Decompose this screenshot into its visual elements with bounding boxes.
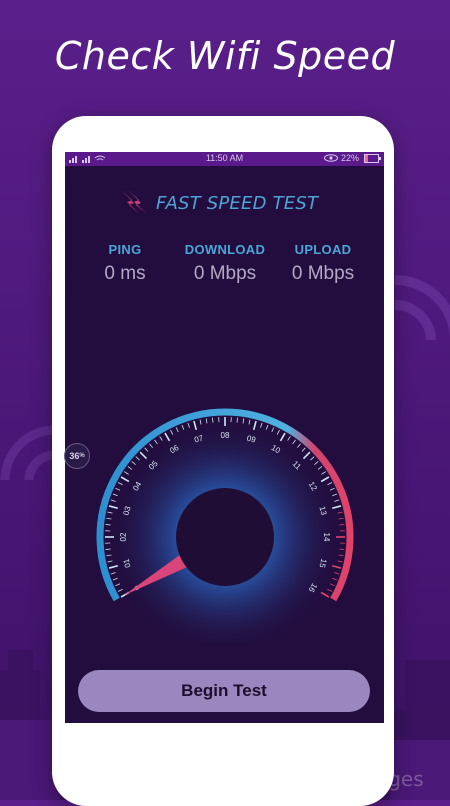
metric-value: 0 Mbps	[268, 263, 378, 285]
gauge-minor-tick	[106, 524, 111, 525]
begin-test-button[interactable]: Begin Test	[78, 670, 370, 712]
metric-upload: UPLOAD 0 Mbps	[268, 242, 378, 285]
metric-ping: PING 0 ms	[70, 242, 180, 285]
gauge-minor-tick	[339, 524, 344, 525]
gauge-tick-label: 02	[119, 532, 128, 541]
headline: Check Wifi Speed	[0, 34, 450, 78]
gauge-minor-tick	[212, 418, 213, 423]
metric-label: UPLOAD	[268, 242, 378, 257]
status-right: 22%	[324, 153, 379, 163]
gauge-tick-label: 14	[322, 533, 331, 542]
gauge-tick-label: 08	[221, 431, 230, 440]
status-bar: 11:50 AM 22%	[65, 152, 384, 166]
app-title: FAST SPEED TEST	[156, 193, 318, 214]
metric-label: PING	[70, 242, 180, 257]
app-header: FAST SPEED TEST	[118, 188, 318, 218]
gauge-hub	[176, 488, 274, 586]
gauge-minor-tick	[237, 418, 238, 423]
gauge-minor-tick	[339, 549, 344, 550]
battery-icon	[364, 154, 379, 163]
wifi-decoration-left-icon	[0, 420, 60, 510]
app-screen: 11:50 AM 22% FAST SPEED TEST PING 0 ms D…	[65, 152, 384, 723]
battery-fill	[365, 155, 368, 162]
side-badge-value: 36	[69, 451, 79, 461]
speedometer-gauge: 001020304050607080910111213141516	[65, 392, 384, 642]
metric-value: 0 Mbps	[170, 263, 280, 285]
battery-percent: 22%	[341, 153, 359, 163]
metric-label: DOWNLOAD	[170, 242, 280, 257]
lightning-logo-icon	[118, 188, 148, 218]
wifi-decoration-icon	[385, 260, 450, 400]
side-floating-badge[interactable]: 36%	[64, 443, 90, 469]
metric-value: 0 ms	[70, 263, 180, 285]
metric-download: DOWNLOAD 0 Mbps	[170, 242, 280, 285]
eye-icon	[324, 154, 338, 162]
gauge-minor-tick	[106, 549, 111, 550]
